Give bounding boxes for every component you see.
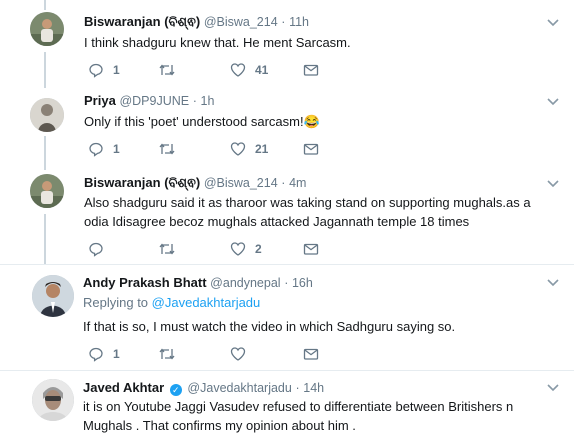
reply-icon <box>89 347 103 362</box>
direct-message-icon <box>303 143 319 155</box>
user-handle[interactable]: @andynepal <box>210 276 280 290</box>
reply-count: 1 <box>113 63 120 77</box>
separator-dot: · <box>284 276 289 290</box>
like-button[interactable] <box>230 345 246 363</box>
tweet[interactable]: Andy Prakash Bhatt @andynepal · 16h Repl… <box>0 265 574 370</box>
tweet-header: Biswaranjan (ବିଶ୍ଵ) @Biswa_214 · 4m <box>84 175 306 191</box>
user-handle[interactable]: @Biswa_214 <box>204 15 278 29</box>
chevron-down-icon[interactable] <box>546 178 560 190</box>
tweet-header: Biswaranjan (ବିଶ୍ଵ) @Biswa_214 · 11h <box>84 14 309 30</box>
like-button[interactable]: 2 <box>230 240 262 258</box>
chevron-down-icon[interactable] <box>546 277 560 289</box>
reply-button[interactable] <box>88 240 104 258</box>
replying-to-label: Replying to <box>83 295 149 310</box>
direct-message-button[interactable] <box>303 240 319 258</box>
separator-dot: · <box>281 15 286 29</box>
tweet-text-line: Also shadguru said it as tharoor was tak… <box>84 195 531 210</box>
retweet-icon <box>159 243 175 255</box>
display-name[interactable]: Biswaranjan (ବିଶ୍ଵ) <box>84 14 200 29</box>
tweet-text: Only if this 'poet' understood sarcasm!😂 <box>84 114 320 129</box>
reply-icon <box>89 142 103 157</box>
tweet-actions: 1 41 <box>88 61 328 79</box>
reply-icon <box>89 242 103 257</box>
display-name[interactable]: Biswaranjan (ବିଶ୍ଵ) <box>84 175 200 190</box>
direct-message-icon <box>303 243 319 255</box>
avatar[interactable] <box>30 98 64 132</box>
direct-message-icon <box>303 64 319 76</box>
user-handle[interactable]: @Javedakhtarjadu <box>187 381 291 395</box>
reply-button[interactable]: 1 <box>88 345 120 363</box>
retweet-icon <box>159 143 175 155</box>
like-icon <box>230 142 246 156</box>
retweet-icon <box>159 64 175 76</box>
display-name[interactable]: Javed Akhtar <box>83 380 164 395</box>
tweet-text: it is on Youtube Jaggi Vasudev refused t… <box>83 397 553 435</box>
tweet-text-line: odia Idisagree becoz mughals attacked Ja… <box>84 214 470 229</box>
timestamp[interactable]: 14h <box>303 381 324 395</box>
timestamp[interactable]: 11h <box>289 15 309 29</box>
tweet[interactable]: Biswaranjan (ବିଶ୍ଵ) @Biswa_214 · 4m Also… <box>0 170 574 264</box>
like-icon <box>230 63 246 77</box>
direct-message-icon <box>303 348 319 360</box>
reply-count: 1 <box>113 347 120 361</box>
tweet[interactable]: Biswaranjan (ବିଶ୍ଵ) @Biswa_214 · 11h I t… <box>0 0 574 88</box>
like-count: 41 <box>255 63 269 77</box>
tweet-header: Priya @DP9JUNE · 1h <box>84 93 214 108</box>
like-count: 2 <box>255 242 262 256</box>
retweet-button[interactable] <box>158 240 176 258</box>
verified-badge-icon: ✓ <box>169 384 182 396</box>
tweet-actions: 1 21 <box>88 140 328 158</box>
separator-dot: · <box>192 94 197 108</box>
retweet-button[interactable] <box>158 61 176 79</box>
user-handle[interactable]: @DP9JUNE <box>119 94 189 108</box>
like-count: 21 <box>255 142 269 156</box>
like-icon <box>230 242 246 256</box>
avatar[interactable] <box>32 275 74 317</box>
tweet[interactable]: Javed Akhtar ✓ @Javedakhtarjadu · 14h it… <box>0 371 574 437</box>
timestamp[interactable]: 16h <box>292 276 313 290</box>
retweet-icon <box>159 348 175 360</box>
chevron-down-icon[interactable] <box>546 382 560 394</box>
like-button[interactable]: 41 <box>230 61 268 79</box>
tweet-text-line: Mughals . That confirms my opinion about… <box>83 418 356 433</box>
like-icon <box>230 347 246 361</box>
timestamp[interactable]: 1h <box>201 94 215 108</box>
avatar[interactable] <box>32 379 74 421</box>
retweet-button[interactable] <box>158 345 176 363</box>
tweet-text: If that is so, I must watch the video in… <box>83 319 456 334</box>
display-name[interactable]: Priya <box>84 93 116 108</box>
reply-button[interactable]: 1 <box>88 140 120 158</box>
tweet-text: I think shadguru knew that. He ment Sarc… <box>84 35 351 50</box>
timestamp[interactable]: 4m <box>289 176 306 190</box>
tweet-actions: 1 <box>88 345 328 363</box>
tweet-text-line: it is on Youtube Jaggi Vasudev refused t… <box>83 399 514 414</box>
chevron-down-icon[interactable] <box>546 17 560 29</box>
direct-message-button[interactable] <box>303 345 319 363</box>
chevron-down-icon[interactable] <box>546 96 560 108</box>
reply-count: 1 <box>113 142 120 156</box>
avatar[interactable] <box>30 174 64 208</box>
retweet-button[interactable] <box>158 140 176 158</box>
avatar[interactable] <box>30 12 64 46</box>
direct-message-button[interactable] <box>303 61 319 79</box>
like-button[interactable]: 21 <box>230 140 268 158</box>
tweet-header: Javed Akhtar ✓ @Javedakhtarjadu · 14h <box>83 380 324 396</box>
replying-to: Replying to @Javedakhtarjadu <box>83 295 260 310</box>
separator-dot: · <box>281 176 286 190</box>
display-name[interactable]: Andy Prakash Bhatt <box>83 275 207 290</box>
replying-to-handle-link[interactable]: @Javedakhtarjadu <box>152 295 261 310</box>
user-handle[interactable]: @Biswa_214 <box>204 176 278 190</box>
reply-icon <box>89 63 103 78</box>
direct-message-button[interactable] <box>303 140 319 158</box>
tweet-text: Also shadguru said it as tharoor was tak… <box>84 193 554 231</box>
reply-button[interactable]: 1 <box>88 61 120 79</box>
tweet[interactable]: Priya @DP9JUNE · 1h Only if this 'poet' … <box>0 88 574 170</box>
tweet-actions: 2 <box>88 240 328 258</box>
separator-dot: · <box>295 381 300 395</box>
tweet-header: Andy Prakash Bhatt @andynepal · 16h <box>83 275 313 290</box>
